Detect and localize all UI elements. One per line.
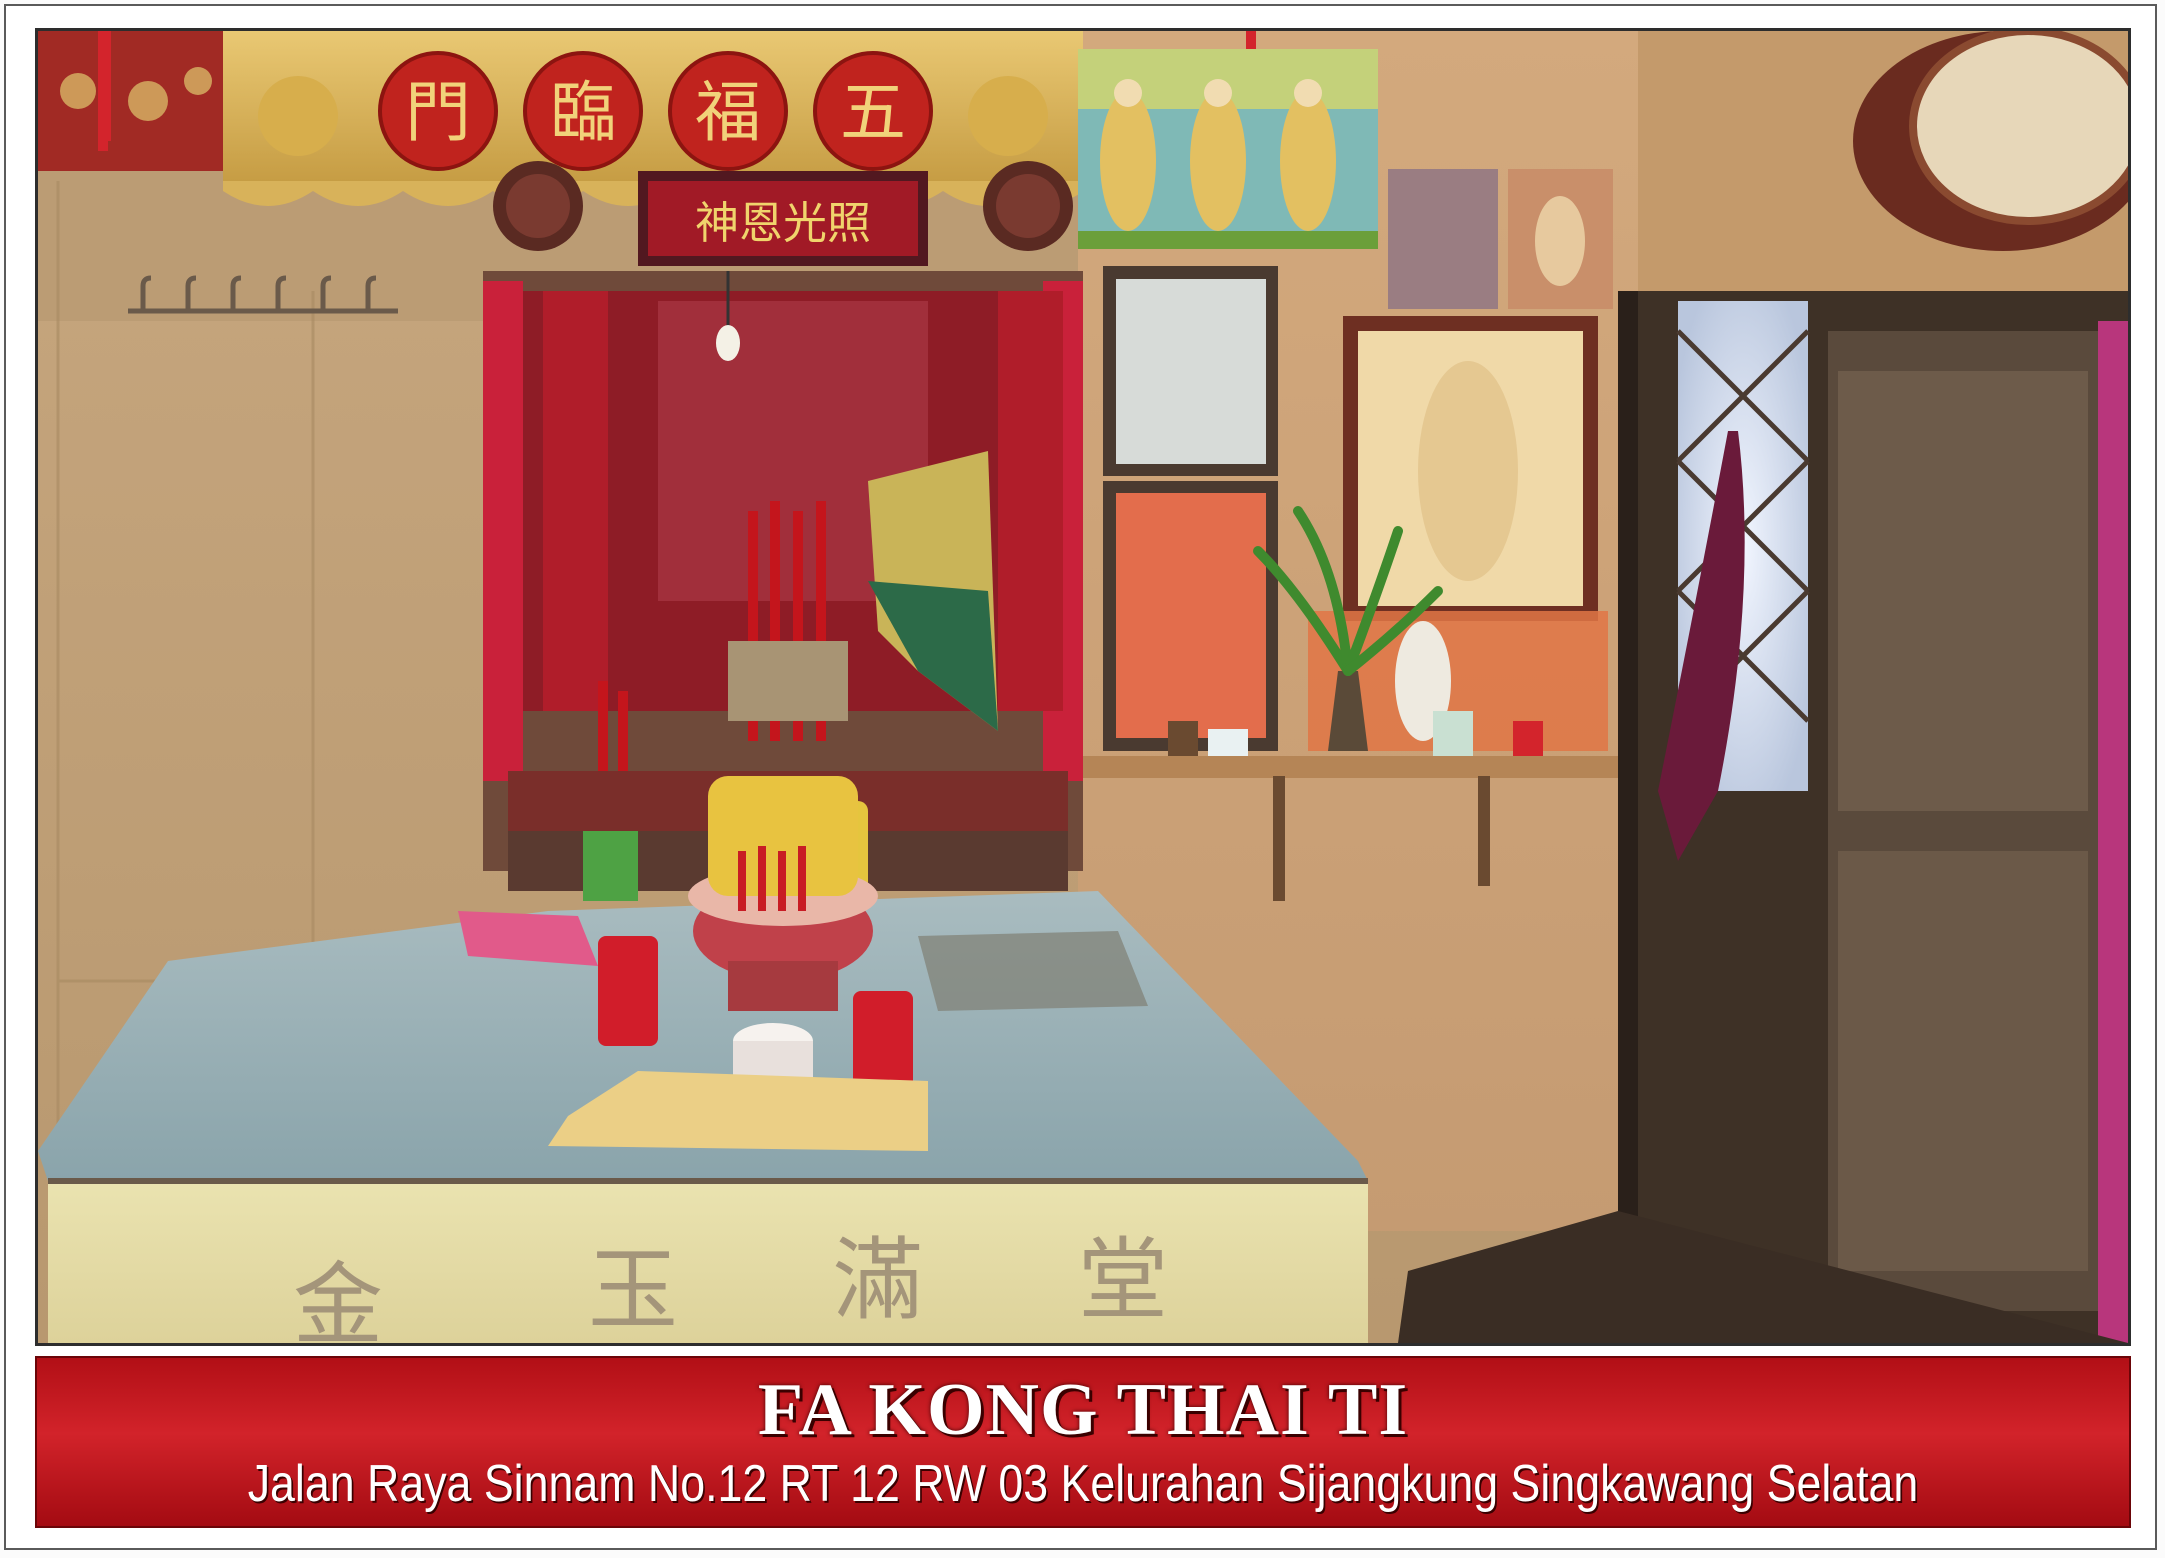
altar-cloth xyxy=(48,1181,1368,1343)
red-candle-left xyxy=(598,936,658,1046)
green-can xyxy=(583,831,638,901)
cloth-char-2: 玉 xyxy=(588,1238,678,1343)
caption-address: Jalan Raya Sinnam No.12 RT 12 RW 03 Kelu… xyxy=(247,1455,1919,1513)
buddha-poster xyxy=(1078,49,1378,249)
banner-char-2: 福 xyxy=(695,74,761,151)
banner-char-3: 臨 xyxy=(550,74,616,151)
framed-painting-small xyxy=(1103,266,1278,751)
cloth-char-1: 金 xyxy=(293,1253,383,1343)
cloth-char-3: 滿 xyxy=(833,1228,923,1333)
banner-char-4: 門 xyxy=(405,74,471,151)
temple-photo: 五 福 臨 門 神恩光照 金 玉 滿 堂 xyxy=(35,28,2131,1346)
caption-bar: FA KONG THAI TI Jalan Raya Sinnam No.12 … xyxy=(35,1356,2131,1528)
shrine-plaque-text: 神恩光照 xyxy=(695,198,871,249)
banner-char-1: 五 xyxy=(840,74,906,151)
caption-title: FA KONG THAI TI xyxy=(757,1369,1409,1451)
postcard: 五 福 臨 門 神恩光照 金 玉 滿 堂 FA KONG THAI TI Jal… xyxy=(0,0,2165,1558)
cloth-char-4: 堂 xyxy=(1078,1228,1168,1333)
group-poster xyxy=(1388,169,1498,309)
